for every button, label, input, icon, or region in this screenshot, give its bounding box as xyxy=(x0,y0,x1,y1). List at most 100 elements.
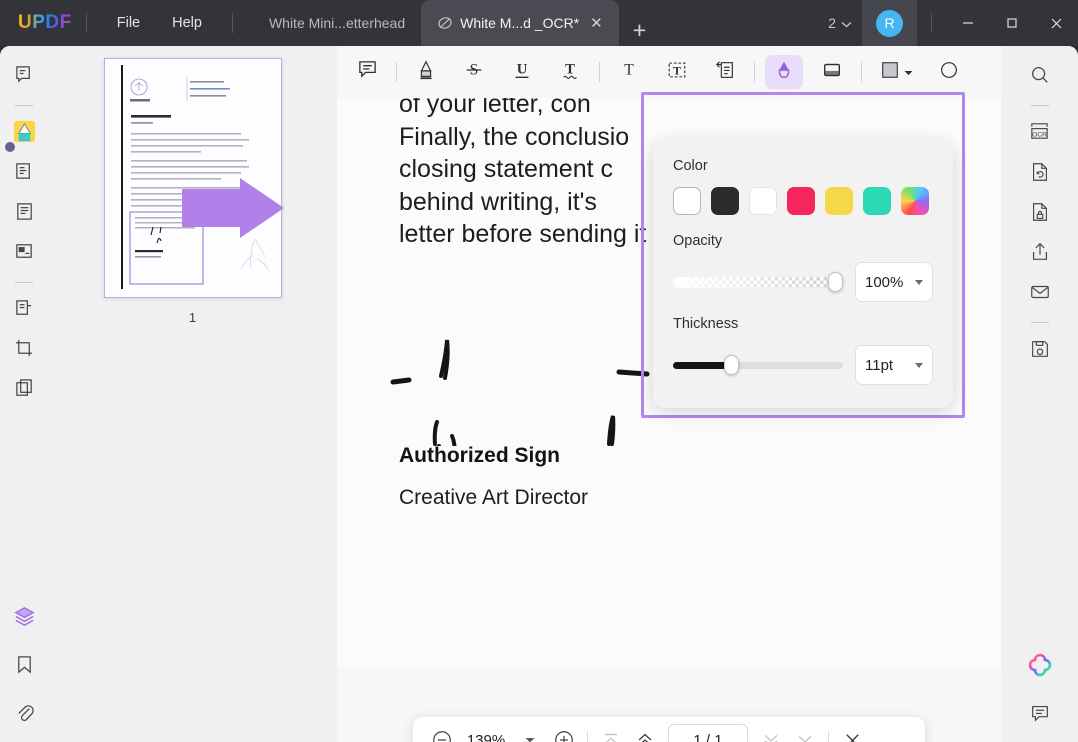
sidebar-item-save[interactable] xyxy=(1023,334,1057,368)
tool-squiggly-underline[interactable]: T xyxy=(551,55,589,89)
convert-icon xyxy=(1029,161,1051,188)
prev-page-button[interactable] xyxy=(628,723,662,742)
chevron-down-icon xyxy=(915,363,923,368)
thickness-slider-handle[interactable] xyxy=(724,355,739,375)
right-sidebar: OCR xyxy=(1001,46,1078,742)
sidebar-item-protect[interactable] xyxy=(1023,197,1057,231)
close-navbar-button[interactable] xyxy=(835,723,869,742)
svg-text:OCR: OCR xyxy=(1032,131,1047,138)
sidebar-item-ai-assistant[interactable] xyxy=(1023,650,1057,684)
divider xyxy=(828,731,829,742)
zoom-in-button[interactable] xyxy=(547,723,581,742)
pencil-icon xyxy=(773,59,795,86)
thickness-track xyxy=(673,362,843,369)
sidebar-item-attachments[interactable] xyxy=(7,698,41,732)
menu-help[interactable]: Help xyxy=(156,10,218,36)
swatch-selected[interactable] xyxy=(673,187,701,215)
swatch-yellow[interactable] xyxy=(825,187,853,215)
divider xyxy=(396,62,397,82)
app-body: 1 of your letter, con Finally, the concl… xyxy=(0,46,1078,742)
svg-text:U: U xyxy=(517,61,528,77)
tool-pencil[interactable] xyxy=(765,55,803,89)
new-tab-button[interactable]: + xyxy=(619,19,660,42)
thickness-label: Thickness xyxy=(673,316,933,332)
sidebar-item-page-tools[interactable] xyxy=(7,197,41,231)
opacity-value: 100% xyxy=(865,274,903,291)
page-indicator[interactable]: 1 / 1 xyxy=(668,724,748,742)
zoom-dropdown-button[interactable] xyxy=(513,723,547,742)
tool-eraser[interactable] xyxy=(813,55,851,89)
sidebar-item-convert[interactable] xyxy=(1023,157,1057,191)
thickness-row: 11pt xyxy=(673,345,933,385)
comment-icon xyxy=(357,59,378,85)
email-icon xyxy=(1029,281,1051,308)
chevron-down-icon[interactable] xyxy=(904,63,913,81)
sidebar-item-bookmarks[interactable] xyxy=(7,650,41,684)
divider xyxy=(599,62,600,82)
sidebar-item-email[interactable] xyxy=(1023,277,1057,311)
tool-underline[interactable]: U xyxy=(503,55,541,89)
tool-shapes[interactable] xyxy=(872,55,920,89)
sidebar-item-layers[interactable] xyxy=(7,602,41,636)
sidebar-item-ocr[interactable]: OCR xyxy=(1023,117,1057,151)
opacity-slider-handle[interactable] xyxy=(828,272,843,292)
maximize-button[interactable] xyxy=(990,0,1034,46)
minimize-button[interactable] xyxy=(946,0,990,46)
sidebar-item-reader[interactable] xyxy=(7,60,41,94)
tab-white-mini-letterhead[interactable]: White Mini...etterhead xyxy=(253,0,421,46)
tool-text-box[interactable]: T xyxy=(658,55,696,89)
underline-icon: U xyxy=(511,59,533,86)
swatch-black[interactable] xyxy=(711,187,739,215)
updf-logo[interactable]: UPDF xyxy=(18,12,72,34)
divider xyxy=(1031,105,1049,106)
tool-stamp[interactable] xyxy=(930,55,968,89)
shape-icon xyxy=(880,60,900,85)
thickness-slider[interactable] xyxy=(673,358,843,372)
tab-label: White M...d _OCR* xyxy=(460,15,579,31)
chevron-down-icon xyxy=(915,280,923,285)
sidebar-item-crop[interactable] xyxy=(7,334,41,368)
next-page-button[interactable] xyxy=(754,723,788,742)
close-button[interactable] xyxy=(1034,0,1078,46)
sidebar-item-compare[interactable] xyxy=(7,374,41,408)
ai-assistant-icon xyxy=(1027,652,1053,683)
tool-comment[interactable] xyxy=(348,55,386,89)
sidebar-item-search[interactable] xyxy=(1023,60,1057,94)
left-sidebar-bottom xyxy=(7,602,41,742)
arrow-annotation[interactable] xyxy=(181,177,286,239)
first-page-button[interactable] xyxy=(594,723,628,742)
tool-sticky-note[interactable] xyxy=(706,55,744,89)
swatch-pink[interactable] xyxy=(787,187,815,215)
tab-white-ocr[interactable]: White M...d _OCR* ✕ xyxy=(421,0,619,46)
tool-highlight[interactable] xyxy=(407,55,445,89)
menu-file[interactable]: File xyxy=(101,10,156,36)
page-thumbnail[interactable] xyxy=(104,58,282,298)
swatch-white[interactable] xyxy=(749,187,777,215)
svg-text:T: T xyxy=(565,61,575,77)
sidebar-item-organize-pages[interactable] xyxy=(7,294,41,328)
close-icon[interactable]: ✕ xyxy=(590,14,603,32)
tool-strikethrough[interactable]: S xyxy=(455,55,493,89)
tool-text[interactable]: T xyxy=(610,55,648,89)
last-page-button[interactable] xyxy=(788,723,822,742)
sidebar-edit-pdf-icon xyxy=(14,161,35,187)
sidebar-item-chat-support[interactable] xyxy=(1023,698,1057,732)
panel-drag-handle[interactable] xyxy=(5,142,15,152)
account-button[interactable]: R xyxy=(862,0,917,46)
thickness-select[interactable]: 11pt xyxy=(855,345,933,385)
tab-strip: White Mini...etterhead White M...d _OCR*… xyxy=(253,0,660,46)
divider xyxy=(754,62,755,82)
thumbnail-panel: 1 xyxy=(48,46,337,742)
eraser-icon xyxy=(821,59,843,86)
swatch-teal[interactable] xyxy=(863,187,891,215)
sidebar-item-share[interactable] xyxy=(1023,237,1057,271)
right-sidebar-bottom xyxy=(1023,650,1057,742)
sidebar-item-prepare-form[interactable] xyxy=(7,237,41,271)
sidebar-item-edit-pdf[interactable] xyxy=(7,157,41,191)
opacity-select[interactable]: 100% xyxy=(855,262,933,302)
svg-text:T: T xyxy=(673,63,681,77)
tab-count-dropdown[interactable]: 2 xyxy=(818,15,862,31)
swatch-rainbow[interactable] xyxy=(901,187,929,215)
opacity-slider[interactable] xyxy=(673,275,843,289)
zoom-out-button[interactable] xyxy=(425,723,459,742)
